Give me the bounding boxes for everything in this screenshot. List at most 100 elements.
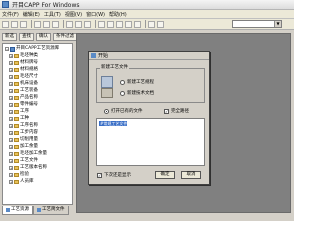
- resource-tree[interactable]: − 开目CAPP工艺资源库 + 毛坯种类 + 材料牌号 + 材料规格 + 毛坯尺寸 + 机…: [2, 43, 73, 205]
- menu-help[interactable]: 帮助(H): [107, 11, 129, 18]
- show-next-time-checkbox[interactable]: ✓ 下次还是显示: [97, 172, 131, 178]
- tree-item[interactable]: + 工序名称: [9, 123, 38, 129]
- tree-item[interactable]: + 毛坯加工余量: [9, 151, 47, 157]
- confirm-button[interactable]: 确认: [36, 33, 51, 41]
- recent-files-list[interactable]: #常规工艺文件: [96, 118, 205, 166]
- expand-icon[interactable]: +: [9, 117, 13, 121]
- expand-icon[interactable]: +: [9, 145, 13, 149]
- expand-icon[interactable]: +: [9, 89, 13, 93]
- help-icon[interactable]: [157, 20, 164, 28]
- tree-item[interactable]: + 人员库: [9, 179, 34, 185]
- folder-icon: [14, 173, 19, 177]
- checkbox[interactable]: ✓: [97, 172, 102, 178]
- tree-item[interactable]: + 材料牌号: [9, 60, 38, 66]
- filter-button[interactable]: 条件过滤: [53, 33, 77, 41]
- tree-item[interactable]: + 毛坯种类: [9, 53, 38, 59]
- settings-icon[interactable]: [148, 20, 155, 28]
- tree-item-label: 产品名称: [20, 95, 38, 100]
- radio-button[interactable]: [120, 90, 125, 96]
- paste-icon[interactable]: [52, 20, 59, 28]
- undo-icon[interactable]: [75, 20, 82, 28]
- tree-item[interactable]: + 工艺装备: [9, 88, 38, 94]
- start-dialog: 开始 新建工艺文件 新建工艺规程 新建技术文档 打开已有的文件 ✓ 完全路径 #…: [88, 51, 210, 185]
- folder-icon: [14, 110, 19, 114]
- tree-item[interactable]: + 毛坯尺寸: [9, 74, 38, 80]
- ok-button[interactable]: 确定: [155, 171, 175, 179]
- tree-item[interactable]: + 材料规格: [9, 67, 38, 73]
- expand-icon[interactable]: +: [9, 75, 13, 79]
- new-icon[interactable]: [2, 20, 9, 28]
- open-icon[interactable]: [11, 20, 18, 28]
- expand-icon[interactable]: +: [9, 166, 13, 170]
- tree-item[interactable]: + 工序: [9, 109, 29, 115]
- toolbar-dropdown[interactable]: ▼: [232, 20, 282, 28]
- search-button[interactable]: 查找: [19, 33, 34, 41]
- menu-view[interactable]: 视图(V): [63, 11, 84, 18]
- tree-item[interactable]: + 工艺版本名称: [9, 165, 47, 171]
- tree-item[interactable]: + 零件编号: [9, 102, 38, 108]
- full-path-checkbox[interactable]: ✓ 完全路径: [164, 108, 189, 114]
- tab-resources[interactable]: 工艺资源: [2, 206, 33, 215]
- radio-new-tech-doc[interactable]: 新建技术文档: [120, 90, 154, 96]
- expand-icon[interactable]: +: [9, 61, 13, 65]
- new-file-group-label: 新建工艺文件: [100, 65, 129, 70]
- expand-icon[interactable]: +: [9, 110, 13, 114]
- chevron-down-icon[interactable]: ▼: [274, 21, 281, 27]
- tree-item[interactable]: + 加工余量: [9, 144, 38, 150]
- radio-button[interactable]: [120, 79, 125, 85]
- line-icon[interactable]: [134, 20, 141, 28]
- expand-icon[interactable]: +: [9, 173, 13, 177]
- new-select-button[interactable]: 新选: [2, 33, 17, 41]
- tree-root[interactable]: − 开目CAPP工艺资源库: [5, 46, 59, 52]
- tree-item[interactable]: + 工艺文件: [9, 158, 38, 164]
- dialog-title-bar[interactable]: 开始: [89, 52, 209, 60]
- cut-icon[interactable]: [34, 20, 41, 28]
- expand-icon[interactable]: +: [9, 96, 13, 100]
- zoom-out-icon[interactable]: [107, 20, 114, 28]
- menu-file[interactable]: 文件(F): [0, 11, 21, 18]
- expand-icon[interactable]: +: [9, 131, 13, 135]
- collapse-icon[interactable]: −: [5, 47, 9, 51]
- expand-icon[interactable]: +: [9, 159, 13, 163]
- expand-icon[interactable]: +: [9, 152, 13, 156]
- expand-icon[interactable]: +: [9, 124, 13, 128]
- expand-icon[interactable]: +: [9, 82, 13, 86]
- expand-icon[interactable]: +: [9, 54, 13, 58]
- copy-icon[interactable]: [43, 20, 50, 28]
- tree-item[interactable]: + 工步内容: [9, 130, 38, 136]
- radio-button[interactable]: [104, 108, 109, 114]
- window-title: 开目CAPP For Windows: [12, 2, 80, 9]
- toolbar-separator: [63, 20, 64, 28]
- tab-process-file[interactable]: 工艺简文件: [33, 206, 69, 215]
- expand-icon[interactable]: +: [9, 103, 13, 107]
- menu-tools[interactable]: 工具(T): [42, 11, 63, 18]
- tree-item[interactable]: + 切削用量: [9, 137, 38, 143]
- tree-item[interactable]: + 机床设备: [9, 81, 38, 87]
- save-icon[interactable]: [20, 20, 27, 28]
- tree-item-label: 机床设备: [20, 81, 38, 86]
- print-icon[interactable]: [66, 20, 73, 28]
- tree-item[interactable]: + 产品名称: [9, 95, 38, 101]
- expand-icon[interactable]: +: [9, 68, 13, 72]
- menu-edit[interactable]: 编辑(E): [21, 11, 42, 18]
- tree-item-label: 工序: [20, 109, 29, 114]
- tree-item[interactable]: + 检验: [9, 172, 29, 178]
- checkbox[interactable]: ✓: [164, 108, 169, 114]
- radio-new-procedure[interactable]: 新建工艺规程: [120, 79, 154, 85]
- text-icon[interactable]: [125, 20, 132, 28]
- folder-icon: [14, 117, 19, 121]
- cancel-button[interactable]: 取消: [181, 171, 201, 179]
- radio-open-existing[interactable]: 打开已有的文件: [104, 108, 143, 114]
- redo-icon[interactable]: [84, 20, 91, 28]
- expand-icon[interactable]: +: [9, 180, 13, 184]
- table-icon[interactable]: [116, 20, 123, 28]
- zoom-in-icon[interactable]: [98, 20, 105, 28]
- folder-icon: [14, 61, 19, 65]
- tab-resources-label: 工艺资源: [11, 207, 29, 212]
- expand-icon[interactable]: +: [9, 138, 13, 142]
- tree-item[interactable]: + 工种: [9, 116, 29, 122]
- resource-icon: [6, 208, 10, 212]
- list-item[interactable]: #常规工艺文件: [99, 121, 127, 126]
- menu-window[interactable]: 窗口(W): [84, 11, 107, 18]
- title-bar: 开目CAPP For Windows: [0, 0, 294, 10]
